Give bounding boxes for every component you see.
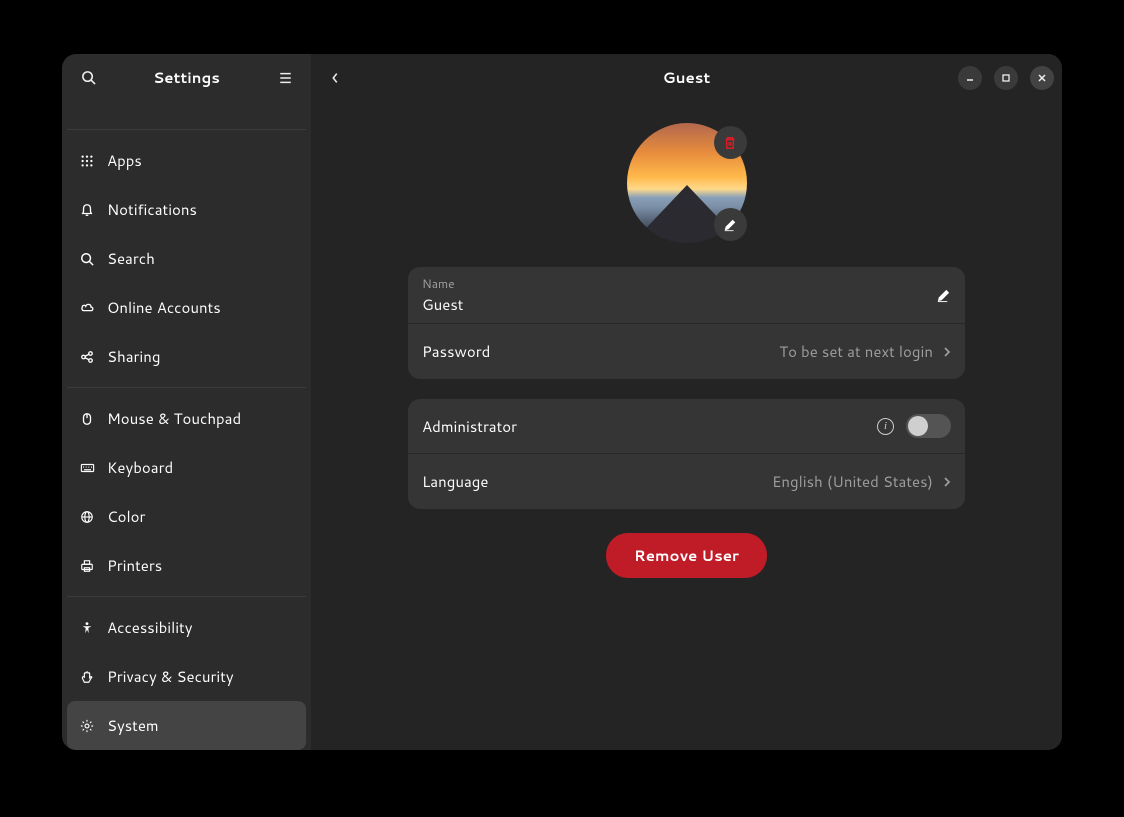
content: Name Guest Password To be set at next lo… xyxy=(311,101,1062,750)
accessibility-icon xyxy=(79,620,95,636)
password-row[interactable]: Password To be set at next login xyxy=(408,324,965,379)
language-label: Language xyxy=(422,471,489,492)
settings-window: Settings Apps Notifications xyxy=(62,54,1062,750)
sidebar-item-label: Notifications xyxy=(107,199,197,220)
globe-icon xyxy=(79,509,95,525)
sidebar-item-search[interactable]: Search xyxy=(67,234,306,283)
sidebar-item-label: System xyxy=(107,715,159,736)
printer-icon xyxy=(79,558,95,574)
sidebar-item-online-accounts[interactable]: Online Accounts xyxy=(67,283,306,332)
edit-name-button[interactable] xyxy=(936,288,951,303)
sidebar-item-label: Privacy & Security xyxy=(107,666,234,687)
page-title: Guest xyxy=(311,67,1062,88)
sidebar-item-label: Search xyxy=(107,248,155,269)
password-value: To be set at next login xyxy=(779,341,933,362)
mouse-icon xyxy=(79,411,95,427)
language-row[interactable]: Language English (United States) xyxy=(408,454,965,509)
sidebar-item-sharing[interactable]: Sharing xyxy=(67,332,306,381)
sidebar-item-label: Apps xyxy=(107,150,142,171)
sidebar-item-label: Printers xyxy=(107,555,162,576)
chevron-right-icon xyxy=(943,476,951,488)
remove-user-button[interactable]: Remove User xyxy=(606,533,767,578)
share-icon xyxy=(79,349,95,365)
separator xyxy=(67,129,306,130)
sidebar-title: Settings xyxy=(62,67,311,88)
trash-icon xyxy=(723,136,737,150)
hand-icon xyxy=(79,669,95,685)
language-value: English (United States) xyxy=(772,471,933,492)
sidebar-item-label: Color xyxy=(107,506,145,527)
sidebar-list: Apps Notifications Search Online Account… xyxy=(62,101,311,750)
sidebar-item-printers[interactable]: Printers xyxy=(67,541,306,590)
chevron-right-icon xyxy=(943,346,951,358)
keyboard-icon xyxy=(79,460,95,476)
info-icon[interactable]: i xyxy=(877,418,894,435)
admin-label: Administrator xyxy=(422,416,517,437)
name-label: Name xyxy=(422,275,463,292)
main-panel: Guest xyxy=(311,54,1062,750)
password-label: Password xyxy=(422,341,490,362)
sidebar-item-notifications[interactable]: Notifications xyxy=(67,185,306,234)
sidebar-item-partial[interactable] xyxy=(67,101,306,123)
delete-avatar-button[interactable] xyxy=(714,126,747,159)
item-icon xyxy=(79,101,95,117)
sidebar-item-label: Accessibility xyxy=(107,617,193,638)
avatar-container xyxy=(627,123,747,243)
sidebar-item-accessibility[interactable]: Accessibility xyxy=(67,603,306,652)
administrator-row: Administrator i xyxy=(408,399,965,454)
sidebar-item-label: Keyboard xyxy=(107,457,173,478)
edit-avatar-button[interactable] xyxy=(714,208,747,241)
sidebar-item-label: Sharing xyxy=(107,346,160,367)
toggle-knob xyxy=(908,416,928,436)
pencil-icon xyxy=(936,288,951,303)
pencil-icon xyxy=(723,218,737,232)
admin-toggle[interactable] xyxy=(906,414,951,438)
name-text: Name Guest xyxy=(422,275,463,315)
cloud-icon xyxy=(79,300,95,316)
name-value: Guest xyxy=(422,294,463,315)
sidebar-item-label: Mouse & Touchpad xyxy=(107,408,241,429)
sidebar-item-label: Online Accounts xyxy=(107,297,221,318)
separator xyxy=(67,387,306,388)
sidebar-item-keyboard[interactable]: Keyboard xyxy=(67,443,306,492)
search-icon xyxy=(79,251,95,267)
main-header: Guest xyxy=(311,54,1062,101)
user-settings-group: Administrator i Language English (United… xyxy=(408,399,965,509)
sidebar-item-apps[interactable]: Apps xyxy=(67,136,306,185)
gear-icon xyxy=(79,718,95,734)
sidebar-item-system[interactable]: System xyxy=(67,701,306,750)
sidebar-header: Settings xyxy=(62,54,311,101)
bell-icon xyxy=(79,202,95,218)
sidebar-item-privacy[interactable]: Privacy & Security xyxy=(67,652,306,701)
separator xyxy=(67,596,306,597)
apps-icon xyxy=(79,153,95,169)
sidebar-item-mouse[interactable]: Mouse & Touchpad xyxy=(67,394,306,443)
name-row[interactable]: Name Guest xyxy=(408,267,965,324)
sidebar-item-color[interactable]: Color xyxy=(67,492,306,541)
user-info-group: Name Guest Password To be set at next lo… xyxy=(408,267,965,379)
sidebar: Settings Apps Notifications xyxy=(62,54,311,750)
